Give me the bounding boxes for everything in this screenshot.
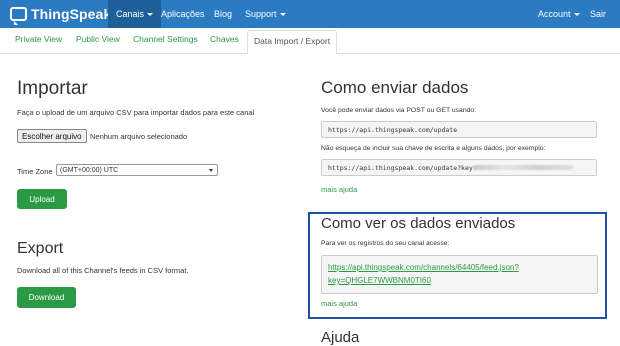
nav-account-label: Account <box>538 9 571 19</box>
tab-chaves[interactable]: Chaves <box>210 34 239 44</box>
nav-support-label: Support <box>245 9 277 19</box>
enviar-more-help-link[interactable]: mais ajuda <box>321 185 357 194</box>
redacted-key <box>472 165 573 170</box>
enviar-description: Você pode enviar dados via POST ou GET u… <box>321 107 477 114</box>
download-button[interactable]: Download <box>17 287 76 308</box>
nav-sair[interactable]: Sair <box>590 0 606 28</box>
top-navbar: ThingSpeak Canais Aplicações Blog Suppor… <box>0 0 620 28</box>
feed-url-line-2[interactable]: key=QHGLE7WWBNM0TI60 <box>328 276 431 285</box>
ajuda-title: Ajuda <box>321 329 360 346</box>
enviar-title: Como enviar dados <box>321 78 469 97</box>
timezone-value: (GMT+00:00) UTC <box>60 166 119 174</box>
nav-canais[interactable]: Canais <box>108 0 162 28</box>
export-title: Export <box>17 240 64 257</box>
timezone-select[interactable]: (GMT+00:00) UTC <box>56 164 218 176</box>
feed-url-box[interactable]: https://api.thingspeak.com/channels/6440… <box>321 255 598 294</box>
timezone-label: Time Zone <box>17 167 53 176</box>
tab-data-import-export[interactable]: Data Import / Export <box>247 30 338 54</box>
importar-title: Importar <box>17 78 88 99</box>
tab-channel-settings[interactable]: Channel Settings <box>133 34 198 44</box>
tab-public-view[interactable]: Public View <box>76 34 120 44</box>
update-with-key-box[interactable]: https://api.thingspeak.com/update?key <box>321 159 597 176</box>
nav-aplicacoes[interactable]: Aplicações <box>161 0 205 28</box>
update-with-key-url: https://api.thingspeak.com/update?key <box>328 163 473 172</box>
choose-file-button[interactable]: Escolher arquivo <box>17 129 87 143</box>
nav-canais-label: Canais <box>116 9 145 19</box>
nav-blog[interactable]: Blog <box>214 0 232 28</box>
upload-button[interactable]: Upload <box>17 189 67 209</box>
importar-description: Faça o upload de um arquivo CSV para imp… <box>17 108 255 117</box>
ver-more-help-link[interactable]: mais ajuda <box>321 299 357 308</box>
file-status: Nenhum arquivo selecionado <box>90 132 188 141</box>
update-url-box[interactable]: https://api.thingspeak.com/update <box>321 121 597 138</box>
brand-logo[interactable]: ThingSpeak <box>10 4 112 25</box>
select-arrow-icon <box>209 169 213 172</box>
nav-account[interactable]: Account <box>538 0 580 28</box>
caret-down-icon <box>147 13 154 17</box>
enviar-description-2: Não esqueça de incluir sua chave de escr… <box>321 145 546 152</box>
tab-private-view[interactable]: Private View <box>15 34 62 44</box>
chat-bubble-icon <box>10 7 27 25</box>
nav-support[interactable]: Support <box>245 0 286 28</box>
ver-title: Como ver os dados enviados <box>321 215 516 232</box>
brand-name: ThingSpeak <box>31 6 112 22</box>
ver-description: Para ver os registros do seu canal acess… <box>321 240 450 247</box>
feed-url-line-1[interactable]: https://api.thingspeak.com/channels/6440… <box>328 263 519 272</box>
caret-down-icon <box>279 13 286 17</box>
caret-down-icon <box>573 13 580 17</box>
export-description: Download all of this Channel's feeds in … <box>17 266 189 275</box>
channel-tabs: Private View Public View Channel Setting… <box>0 28 620 54</box>
